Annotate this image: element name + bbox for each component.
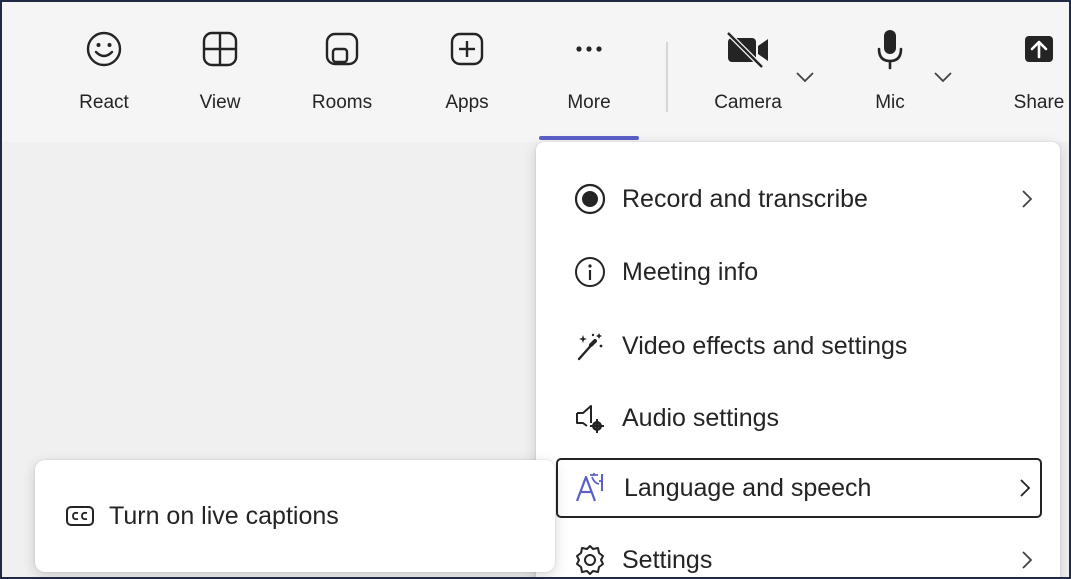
share-icon [1021,24,1057,74]
smiley-icon [84,24,124,74]
meeting-window: React View Rooms Apps More Camera Mic Sh… [0,0,1071,579]
ellipsis-icon [569,24,609,74]
share-label: Share [1013,92,1065,113]
menu-item-label: Video effects and settings [622,331,908,360]
mic-options-chevron-icon[interactable] [932,70,954,89]
camera-label: Camera [714,92,782,113]
menu-item-label: Meeting info [622,257,759,286]
rooms-icon [322,24,362,74]
toolbar-divider [666,42,668,112]
camera-button[interactable]: Camera [702,24,794,134]
more-button[interactable]: More [554,24,624,134]
cc-icon [65,504,95,528]
record-icon [570,179,610,219]
camera-options-chevron-icon[interactable] [794,70,816,89]
rooms-button[interactable]: Rooms [302,24,382,134]
language-and-speech-submenu: Turn on live captions [35,460,555,572]
language-icon [572,468,612,508]
turn-on-live-captions-label: Turn on live captions [109,501,339,530]
react-label: React [79,92,129,113]
turn-on-live-captions-item[interactable]: Turn on live captions [65,488,339,544]
menu-item-label: Language and speech [624,473,872,502]
camera-off-icon [722,24,774,74]
menu-item-label: Record and transcribe [622,184,868,213]
menu-item-language-and-speech[interactable]: Language and speech [556,458,1042,518]
gear-icon [570,540,610,577]
menu-item-audio-settings[interactable]: Audio settings [556,388,1042,448]
share-button[interactable]: Share [1006,24,1069,134]
menu-item-video-effects[interactable]: Video effects and settings [556,316,1042,376]
apps-button[interactable]: Apps [432,24,502,134]
mic-icon [870,24,910,74]
grid-icon [200,24,240,74]
view-label: View [199,92,241,113]
plus-square-icon [447,24,487,74]
menu-item-label: Audio settings [622,403,780,432]
mic-label: Mic [875,92,905,113]
more-selected-indicator [539,136,639,140]
view-button[interactable]: View [184,24,256,134]
menu-item-label: Settings [622,545,713,574]
magic-wand-icon [570,326,610,366]
rooms-label: Rooms [311,92,373,113]
menu-item-record-and-transcribe[interactable]: Record and transcribe [556,169,1042,229]
chevron-right-icon [1012,549,1042,571]
chevron-right-icon [1010,477,1040,499]
chevron-right-icon [1012,188,1042,210]
mic-button[interactable]: Mic [860,24,920,134]
apps-label: Apps [445,92,489,113]
menu-item-settings[interactable]: Settings [556,530,1042,577]
more-label: More [567,92,611,113]
react-button[interactable]: React [68,24,140,134]
menu-item-meeting-info[interactable]: Meeting info [556,242,1042,302]
more-actions-menu: Record and transcribe Meeting info Video… [536,142,1060,577]
meeting-toolbar: React View Rooms Apps More Camera Mic Sh… [2,2,1069,142]
info-icon [570,252,610,292]
speaker-gear-icon [570,398,610,438]
